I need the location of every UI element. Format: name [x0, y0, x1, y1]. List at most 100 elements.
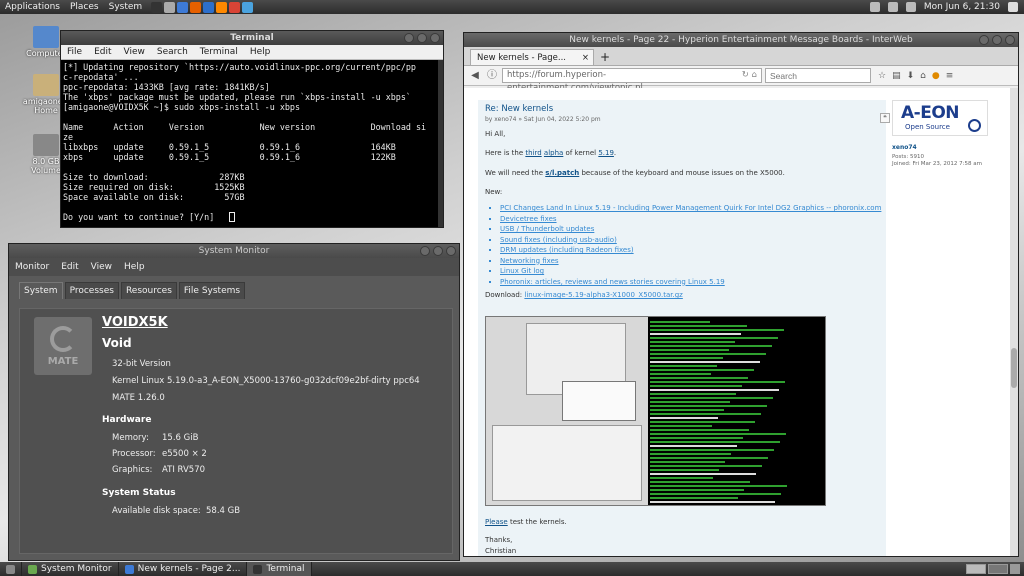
- changes-list-item[interactable]: Sound fixes (including usb-audio): [500, 235, 881, 246]
- screenshot-text-line: [650, 413, 761, 415]
- alpha-link[interactable]: alpha: [544, 149, 563, 157]
- browser-tab[interactable]: New kernels - Page... ×: [470, 49, 594, 65]
- clock[interactable]: Mon Jun 6, 21:30: [924, 2, 1000, 12]
- screenshot-desktop: [486, 317, 648, 505]
- bookmark-star-icon[interactable]: ☆: [878, 71, 886, 81]
- menu-icon[interactable]: ≡: [946, 71, 954, 81]
- taskbar-item[interactable]: System Monitor: [22, 562, 119, 576]
- taskbar-item[interactable]: Terminal: [247, 562, 312, 576]
- system-menu[interactable]: System: [104, 0, 148, 14]
- download-link[interactable]: linux-image-5.19-alpha3-X1000_X5000.tar.…: [524, 291, 682, 299]
- screenshot-text-line: [650, 465, 762, 467]
- author-name[interactable]: xeno74: [892, 144, 917, 151]
- tab-processes[interactable]: Processes: [64, 282, 119, 299]
- taskbar-item[interactable]: New kernels - Page 2...: [119, 562, 248, 576]
- menu-terminal[interactable]: Terminal: [194, 45, 244, 59]
- places-menu[interactable]: Places: [65, 0, 104, 14]
- tab-system[interactable]: System: [19, 282, 63, 299]
- trash-icon[interactable]: [1010, 564, 1020, 574]
- screenshot-text-line: [650, 321, 710, 323]
- workspace-1[interactable]: [966, 564, 986, 574]
- kernel-version: Kernel Linux 5.19.0-a3_A-EON_X5000-13760…: [112, 376, 420, 386]
- home-folder-icon: [33, 74, 59, 96]
- back-button[interactable]: ◀: [468, 69, 482, 83]
- menu-view[interactable]: View: [118, 45, 151, 59]
- firefox-icon[interactable]: [190, 1, 202, 13]
- minimize-button[interactable]: [420, 246, 430, 256]
- changes-list-item[interactable]: USB / Thunderbolt updates: [500, 224, 881, 235]
- network-icon[interactable]: [887, 2, 898, 12]
- download-icon[interactable]: ⬇: [907, 71, 915, 81]
- browser-titlebar[interactable]: New kernels - Page 22 - Hyperion Enterta…: [464, 33, 1018, 47]
- terminal-line: xbps update 0.59.1_5 0.59.1_6 122KB: [63, 152, 396, 162]
- menu-edit[interactable]: Edit: [55, 260, 84, 276]
- notification-icon[interactable]: [905, 2, 916, 12]
- tab-close-icon[interactable]: ×: [582, 53, 589, 63]
- terminal-scrollbar[interactable]: [438, 60, 443, 227]
- changes-list-item[interactable]: Devicetree fixes: [500, 214, 881, 225]
- menu-help[interactable]: Help: [118, 260, 151, 276]
- scroll-thumb[interactable]: [1011, 348, 1017, 388]
- maximize-button[interactable]: [992, 35, 1002, 45]
- author-avatar[interactable]: A-EON Open Source: [892, 100, 988, 136]
- post-title[interactable]: Re: New kernels: [485, 104, 553, 114]
- changes-list-item[interactable]: PCI Changes Land In Linux 5.19 - Includi…: [500, 203, 881, 214]
- new-tab-button[interactable]: +: [600, 49, 610, 65]
- quote-button[interactable]: ❝: [880, 113, 890, 123]
- reload-icon[interactable]: ↻ ⌂: [742, 69, 761, 82]
- terminal-titlebar[interactable]: Terminal: [61, 31, 443, 45]
- maximize-button[interactable]: [417, 33, 427, 43]
- chrome-icon[interactable]: [229, 1, 241, 13]
- vlc-icon[interactable]: [216, 1, 228, 13]
- volume-icon[interactable]: [869, 2, 880, 12]
- file-manager-icon[interactable]: [164, 1, 176, 13]
- menu-view[interactable]: View: [85, 260, 118, 276]
- tab-file-systems[interactable]: File Systems: [178, 282, 246, 299]
- home-icon[interactable]: ⌂: [920, 71, 926, 81]
- top-panel: Applications Places System Mon Jun 6, 21…: [0, 0, 1024, 14]
- screenshot-image[interactable]: [485, 316, 826, 506]
- menu-edit[interactable]: Edit: [88, 45, 117, 59]
- terminal-line: The 'xbps' package must be updated, plea…: [63, 92, 411, 102]
- minimize-button[interactable]: [404, 33, 414, 43]
- close-button[interactable]: [430, 33, 440, 43]
- kernel-version-link[interactable]: 5.19: [598, 149, 614, 157]
- web-browser-icon[interactable]: [177, 1, 189, 13]
- close-button[interactable]: [446, 246, 456, 256]
- show-desktop-button[interactable]: [0, 562, 22, 576]
- changes-list-item[interactable]: Linux Git log: [500, 266, 881, 277]
- globe-icon[interactable]: [242, 1, 254, 13]
- close-button[interactable]: [1005, 35, 1015, 45]
- please-link[interactable]: Please: [485, 518, 508, 526]
- screenshot-text-line: [650, 405, 767, 407]
- third-link[interactable]: third: [525, 149, 541, 157]
- patch-link[interactable]: s/l.patch: [545, 169, 579, 177]
- search-input[interactable]: [765, 68, 871, 83]
- minimize-button[interactable]: [979, 35, 989, 45]
- thunderbird-icon[interactable]: [203, 1, 215, 13]
- extension-icon[interactable]: ●: [932, 71, 940, 81]
- terminal-output[interactable]: [*] Updating repository `https://auto.vo…: [61, 60, 443, 227]
- sysmon-titlebar[interactable]: System Monitor: [9, 244, 459, 258]
- site-info-icon[interactable]: ⓘ: [485, 69, 499, 83]
- graphics-label: Graphics:: [112, 465, 153, 475]
- screenshot-text-line: [650, 429, 749, 431]
- page-scrollbar[interactable]: [1010, 88, 1018, 556]
- menu-file[interactable]: File: [61, 45, 88, 59]
- library-icon[interactable]: ▤: [892, 71, 901, 81]
- menu-help[interactable]: Help: [244, 45, 277, 59]
- url-bar[interactable]: https://forum.hyperion-entertainment.com…: [502, 68, 762, 93]
- menu-search[interactable]: Search: [151, 45, 194, 59]
- menu-monitor[interactable]: Monitor: [9, 260, 55, 276]
- changes-list-item[interactable]: Phoronix: articles, reviews and news sto…: [500, 277, 881, 288]
- terminal-launcher-icon[interactable]: [151, 1, 163, 13]
- power-icon[interactable]: [1008, 2, 1018, 12]
- maximize-button[interactable]: [433, 246, 443, 256]
- applications-menu[interactable]: Applications: [0, 0, 65, 14]
- workspace-2[interactable]: [988, 564, 1008, 574]
- changes-list-item[interactable]: Networking fixes: [500, 256, 881, 267]
- launcher-bar: [151, 1, 254, 13]
- tab-resources[interactable]: Resources: [120, 282, 177, 299]
- screenshot-text-line: [650, 353, 766, 355]
- changes-list-item[interactable]: DRM updates (including Radeon fixes): [500, 245, 881, 256]
